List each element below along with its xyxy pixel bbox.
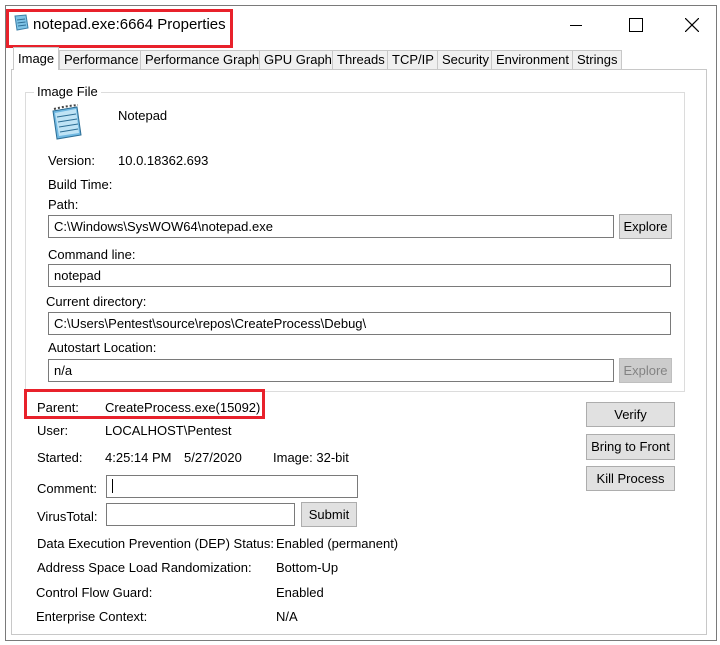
image-file-group-label: Image File [34, 84, 101, 99]
parent-highlight-box [24, 389, 265, 419]
tab-threads[interactable]: Threads [332, 50, 390, 69]
user-label: User: [37, 423, 69, 438]
path-field[interactable]: C:\Windows\SysWOW64\notepad.exe [48, 215, 614, 238]
minimize-button[interactable] [556, 10, 596, 40]
verify-button[interactable]: Verify [586, 402, 675, 427]
tab-strings[interactable]: Strings [572, 50, 623, 69]
comment-input[interactable] [106, 475, 358, 498]
image-bitness: Image: 32-bit [273, 450, 349, 465]
virustotal-label: VirusTotal: [37, 509, 98, 524]
user-value: LOCALHOST\Pentest [105, 423, 232, 438]
dep-label: Data Execution Prevention (DEP) Status: [37, 536, 275, 551]
notepad-image-icon [47, 103, 87, 143]
started-date: 5/27/2020 [184, 450, 242, 465]
version-value: 10.0.18362.693 [118, 153, 209, 168]
virustotal-field[interactable] [106, 503, 295, 526]
bring-to-front-button[interactable]: Bring to Front [586, 434, 675, 460]
title-highlight-box [6, 9, 233, 48]
cfg-label: Control Flow Guard: [36, 585, 153, 600]
submit-button[interactable]: Submit [301, 502, 357, 527]
tab-security[interactable]: Security [437, 50, 494, 69]
enterprise-context-label: Enterprise Context: [36, 609, 148, 624]
build-time-label: Build Time: [48, 177, 113, 192]
started-label: Started: [37, 450, 83, 465]
autostart-location-field[interactable]: n/a [48, 359, 614, 382]
tab-performance-graph[interactable]: Performance Graph [140, 50, 265, 69]
version-label: Version: [48, 153, 95, 168]
dep-value: Enabled (permanent) [276, 536, 399, 551]
path-label: Path: [48, 197, 79, 212]
close-icon [685, 18, 699, 32]
started-time: 4:25:14 PM [105, 450, 172, 465]
comment-label: Comment: [37, 481, 97, 496]
cfg-value: Enabled [276, 585, 324, 600]
command-line-label: Command line: [48, 247, 136, 262]
tab-tcpip[interactable]: TCP/IP [387, 50, 439, 69]
tab-gpu-graph[interactable]: GPU Graph [259, 50, 337, 69]
tab-environment[interactable]: Environment [491, 50, 574, 69]
command-line-field[interactable]: notepad [48, 264, 671, 287]
current-directory-field[interactable]: C:\Users\Pentest\source\repos\CreateProc… [48, 312, 671, 335]
maximize-icon [629, 18, 643, 32]
image-name: Notepad [118, 108, 168, 123]
aslr-label: Address Space Load Randomization: [37, 560, 252, 575]
autostart-location-label: Autostart Location: [48, 340, 157, 355]
tab-image[interactable]: Image [13, 47, 60, 70]
explore-autostart-button[interactable]: Explore [619, 358, 672, 383]
current-directory-label: Current directory: [46, 294, 147, 309]
minimize-icon [570, 25, 582, 26]
kill-process-button[interactable]: Kill Process [586, 466, 675, 491]
enterprise-context-value: N/A [276, 609, 298, 624]
tab-performance[interactable]: Performance [59, 50, 144, 69]
explore-path-button[interactable]: Explore [619, 214, 672, 239]
close-button[interactable] [672, 10, 712, 40]
aslr-value: Bottom-Up [276, 560, 339, 575]
text-cursor [112, 479, 113, 493]
maximize-button[interactable] [616, 10, 656, 40]
